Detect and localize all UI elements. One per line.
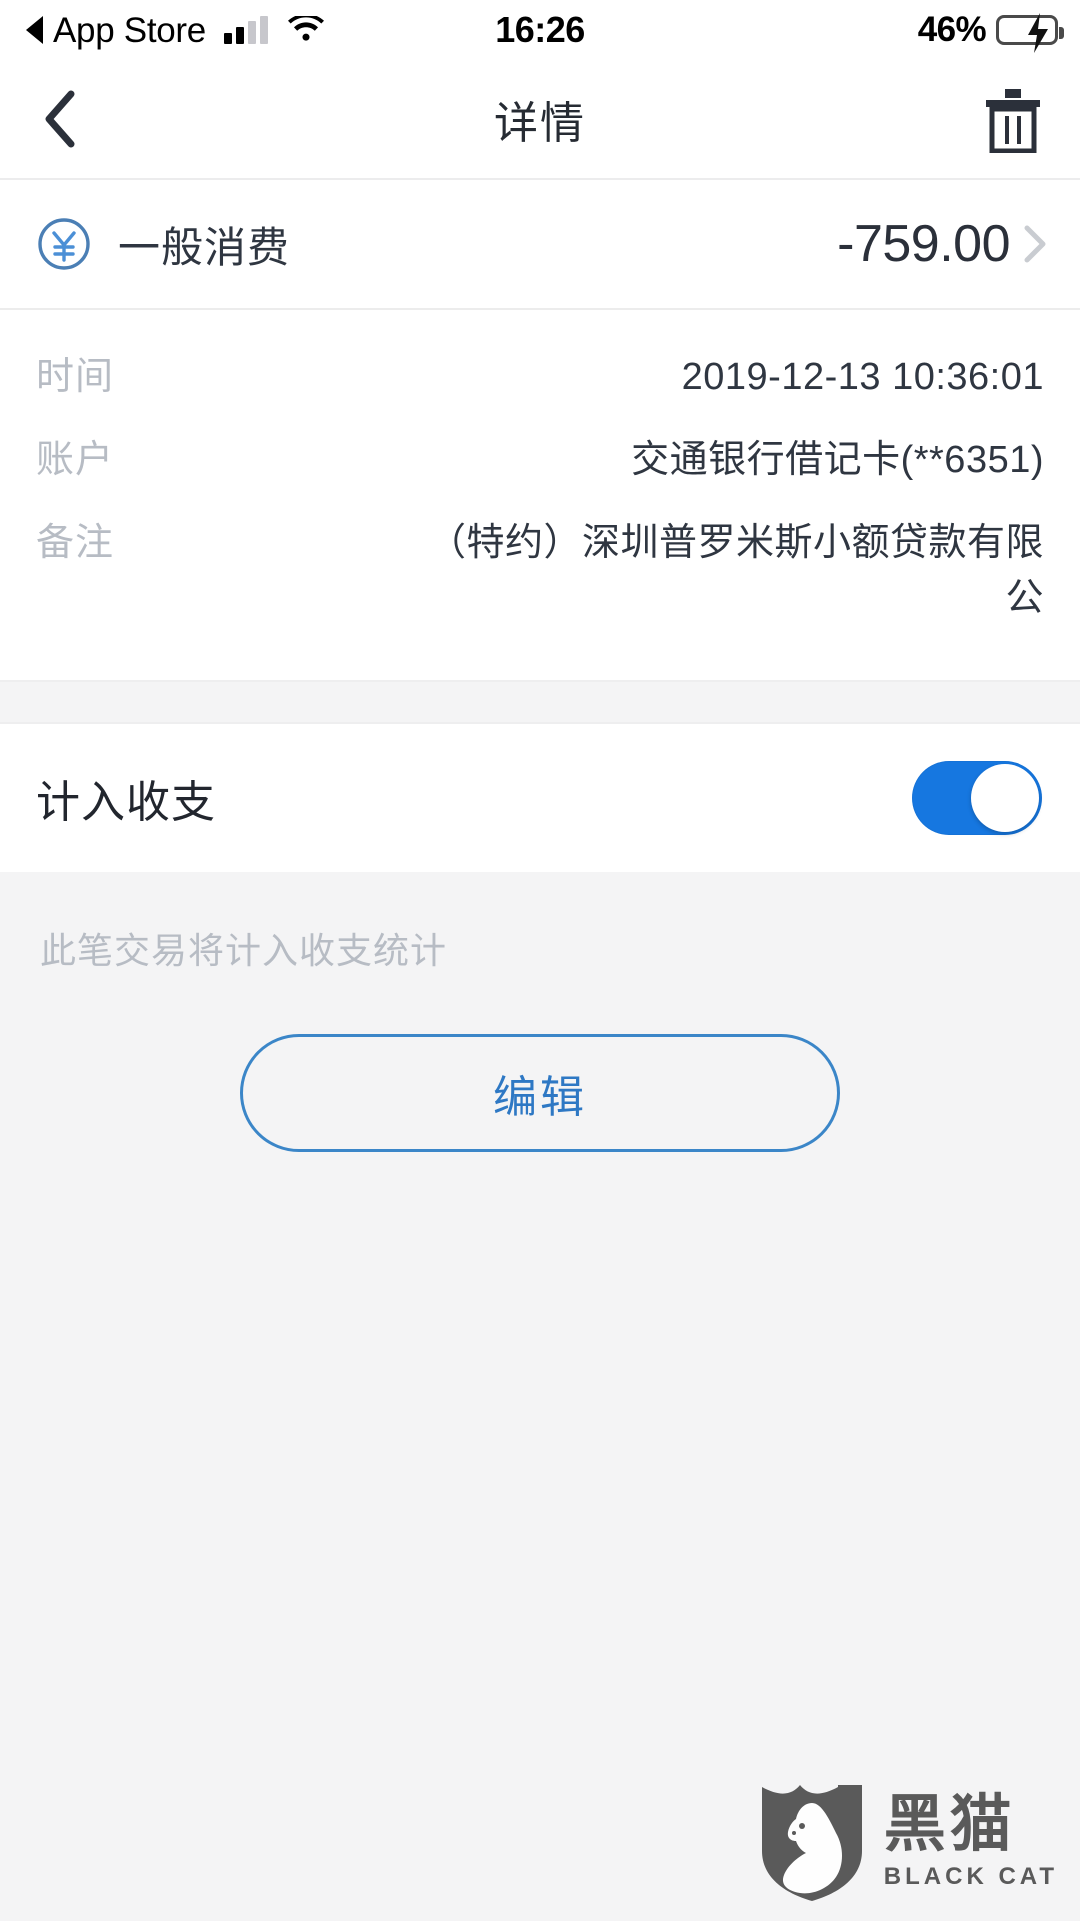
detail-value: （特约）深圳普罗米斯小额贷款有限公 <box>427 522 1044 620</box>
detail-row-time: 时间 2019-12-13 10:36:01 <box>36 336 1044 419</box>
action-area: 编辑 <box>0 974 1080 1153</box>
detail-label: 时间 <box>36 356 115 398</box>
trash-icon <box>986 89 1040 153</box>
include-hint-text: 此笔交易将计入收支统计 <box>0 872 1080 975</box>
watermark-text: 黑猫 BLACK CAT <box>883 1789 1058 1891</box>
detail-row-note: 备注 （特约）深圳普罗米斯小额贷款有限公 <box>36 502 1044 640</box>
detail-value: 交通银行借记卡(**6351) <box>631 439 1044 482</box>
battery-percent-label: 46% <box>917 10 987 49</box>
transaction-details: 时间 2019-12-13 10:36:01 账户 交通银行借记卡(**6351… <box>0 310 1080 680</box>
include-toggle-switch[interactable] <box>912 761 1042 836</box>
navigation-bar: 详情 <box>0 60 1080 180</box>
watermark-cn-label: 黑猫 <box>883 1789 1016 1859</box>
include-toggle-label: 计入收支 <box>36 778 216 828</box>
yen-circle-icon <box>36 216 92 272</box>
amount-group: -759.00 <box>837 214 1046 274</box>
battery-charging-icon <box>996 13 1064 53</box>
category-row[interactable]: 一般消费 -759.00 <box>0 180 1080 308</box>
phone-screen: App Store 16:26 46% 详情 一般消费 -759.00 时间 2… <box>0 0 1080 1921</box>
delete-button[interactable] <box>984 60 1042 180</box>
status-bar: App Store 16:26 46% <box>0 0 1080 60</box>
section-gap <box>0 680 1080 725</box>
include-in-stats-row[interactable]: 计入收支 <box>0 724 1080 873</box>
detail-label: 账户 <box>36 439 115 482</box>
toggle-knob <box>971 764 1039 833</box>
transaction-amount: -759.00 <box>837 215 1010 273</box>
category-name: 一般消费 <box>118 223 291 271</box>
chevron-right-icon <box>1024 225 1046 263</box>
detail-value: 2019-12-13 10:36:01 <box>681 356 1044 398</box>
watermark: 黑猫 BLACK CAT <box>758 1781 1058 1903</box>
transaction-card: 一般消费 -759.00 时间 2019-12-13 10:36:01 账户 交… <box>0 180 1080 681</box>
page-title: 详情 <box>494 99 586 148</box>
watermark-en-label: BLACK CAT <box>883 1862 1058 1890</box>
detail-label: 备注 <box>36 522 115 565</box>
black-cat-shield-logo <box>761 1785 862 1901</box>
detail-row-account: 账户 交通银行借记卡(**6351) <box>36 419 1044 502</box>
edit-button[interactable]: 编辑 <box>240 1034 840 1153</box>
status-bar-right: 46% <box>917 0 1064 60</box>
